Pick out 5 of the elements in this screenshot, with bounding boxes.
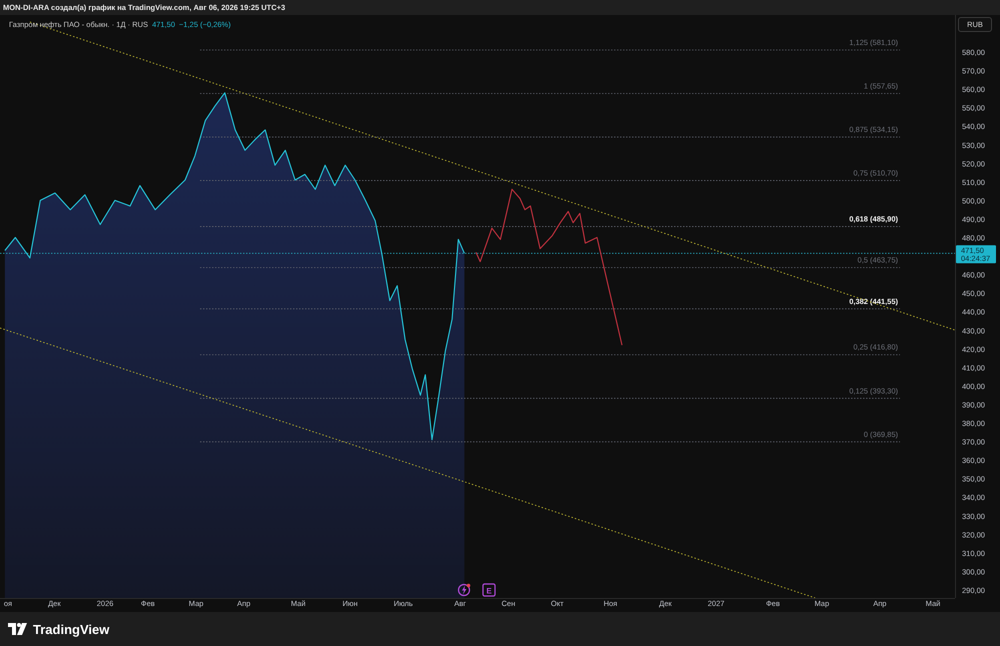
lightning-icon[interactable] (458, 584, 470, 596)
brand-name: TradingView (33, 622, 110, 636)
earnings-marker[interactable] (482, 583, 496, 597)
logo-icon (8, 623, 28, 635)
earnings-label: E (486, 586, 492, 596)
